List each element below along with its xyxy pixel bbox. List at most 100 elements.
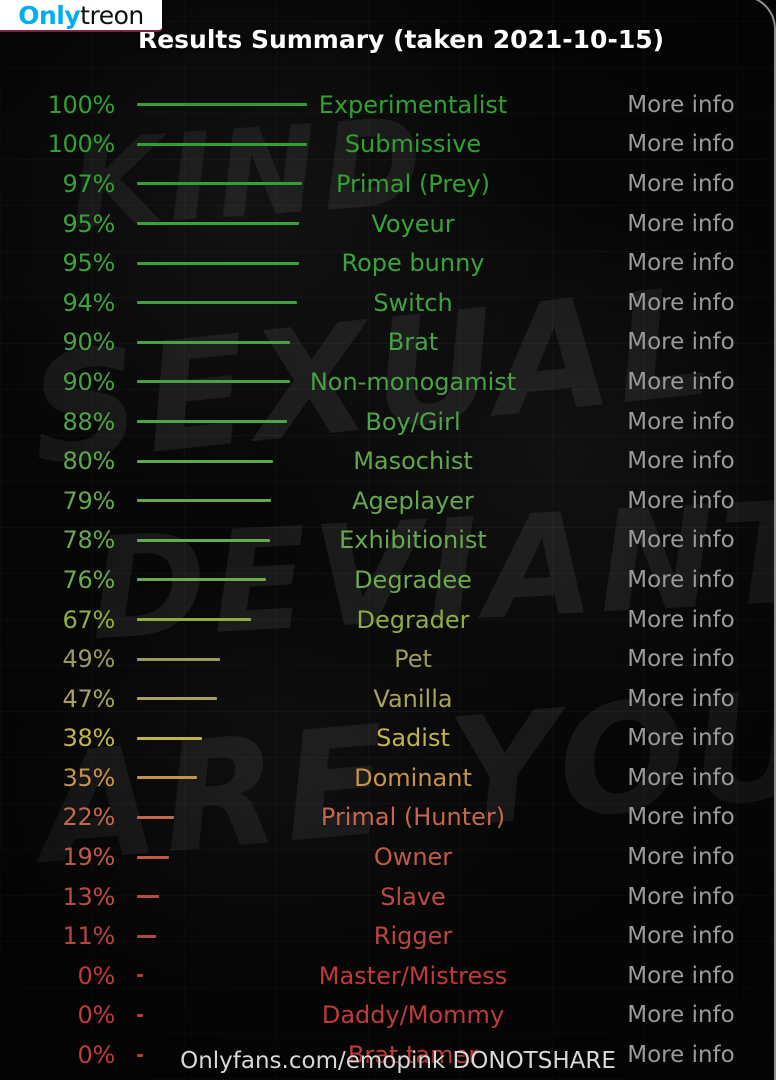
result-label: Degrader — [356, 605, 470, 634]
result-percentage: 0% — [77, 961, 116, 990]
result-row: 79% Ageplayer More info — [0, 481, 776, 521]
more-info-link[interactable]: More info — [586, 804, 776, 830]
result-row: 95% Voyeur More info — [0, 204, 776, 244]
result-label: Non-monogamist — [309, 367, 517, 396]
result-percentage: 95% — [62, 249, 116, 278]
more-info-link[interactable]: More info — [586, 765, 776, 791]
result-row: 90% Brat More info — [0, 323, 776, 363]
result-label: Daddy/Mommy — [321, 1001, 505, 1030]
more-info-link[interactable]: More info — [586, 607, 776, 633]
result-percentage: 11% — [62, 922, 116, 951]
result-percentage: 22% — [62, 803, 116, 832]
more-info-link[interactable]: More info — [586, 329, 776, 355]
result-percentage: 90% — [62, 367, 116, 396]
result-bar — [137, 855, 170, 859]
more-info-link[interactable]: More info — [586, 567, 776, 593]
onlytreon-watermark-logo: Only treon — [0, 0, 162, 32]
more-info-link[interactable]: More info — [586, 527, 776, 553]
result-label: Primal (Prey) — [335, 169, 491, 198]
result-percentage: 95% — [62, 209, 116, 238]
result-label: Boy/Girl — [365, 407, 461, 436]
result-label: Vanilla — [373, 684, 453, 713]
more-info-link[interactable]: More info — [586, 409, 776, 435]
result-row: 67% Degrader More info — [0, 600, 776, 640]
result-row: 76% Degradee More info — [0, 560, 776, 600]
result-row: 97% Primal (Prey) More info — [0, 164, 776, 204]
more-info-link[interactable]: More info — [586, 211, 776, 237]
result-label: Experimentalist — [318, 90, 508, 119]
result-percentage: 100% — [47, 90, 116, 119]
result-percentage: 19% — [62, 843, 116, 872]
result-percentage: 47% — [62, 684, 116, 713]
result-label: Rigger — [373, 922, 453, 951]
logo-text-only: Only — [18, 0, 81, 30]
result-percentage: 90% — [62, 328, 116, 357]
result-bar — [137, 815, 175, 819]
result-bar — [137, 657, 221, 661]
result-row: 19% Owner More info — [0, 837, 776, 877]
result-percentage: 97% — [62, 169, 116, 198]
result-row: 100% Submissive More info — [0, 125, 776, 165]
result-row: 95% Rope bunny More info — [0, 243, 776, 283]
result-row: 0% Master/Mistress More info — [0, 956, 776, 996]
result-label: Masochist — [353, 447, 473, 476]
result-percentage: 49% — [62, 645, 116, 674]
more-info-link[interactable]: More info — [586, 844, 776, 870]
result-percentage: 78% — [62, 526, 116, 555]
result-row: 90% Non-monogamist More info — [0, 362, 776, 402]
more-info-link[interactable]: More info — [586, 646, 776, 672]
more-info-link[interactable]: More info — [586, 488, 776, 514]
result-row: 11% Rigger More info — [0, 916, 776, 956]
more-info-link[interactable]: More info — [586, 725, 776, 751]
more-info-link[interactable]: More info — [586, 884, 776, 910]
result-label: Primal (Hunter) — [320, 803, 506, 832]
more-info-link[interactable]: More info — [586, 963, 776, 989]
more-info-link[interactable]: More info — [586, 1002, 776, 1028]
result-row: 0% Daddy/Mommy More info — [0, 996, 776, 1036]
result-bar — [137, 895, 160, 899]
result-percentage: 67% — [62, 605, 116, 634]
result-bar — [137, 697, 217, 701]
result-row: 94% Switch More info — [0, 283, 776, 323]
logo-text-treon: treon — [80, 0, 144, 30]
result-bar — [137, 1013, 143, 1017]
result-label: Ageplayer — [352, 486, 474, 515]
result-label: Exhibitionist — [339, 526, 487, 555]
result-label: Rope bunny — [341, 249, 485, 278]
result-percentage: 100% — [47, 130, 116, 159]
more-info-link[interactable]: More info — [586, 131, 776, 157]
result-label: Sadist — [376, 724, 450, 753]
more-info-link[interactable]: More info — [586, 290, 776, 316]
more-info-link[interactable]: More info — [586, 250, 776, 276]
result-label: Dominant — [354, 763, 472, 792]
result-percentage: 0% — [77, 1001, 116, 1030]
result-row: 47% Vanilla More info — [0, 679, 776, 719]
more-info-link[interactable]: More info — [586, 686, 776, 712]
result-label: Voyeur — [371, 209, 455, 238]
result-label: Master/Mistress — [318, 961, 508, 990]
result-bar — [137, 736, 202, 740]
result-label: Slave — [380, 882, 446, 911]
phone-screenshot: KIND SEXUAL DEVIANT ARE YOU Only treon Re… — [0, 0, 776, 1080]
result-bar — [137, 934, 156, 938]
more-info-link[interactable]: More info — [586, 448, 776, 474]
result-percentage: 94% — [62, 288, 116, 317]
more-info-link[interactable]: More info — [586, 171, 776, 197]
result-row: 80% Masochist More info — [0, 441, 776, 481]
more-info-link[interactable]: More info — [586, 92, 776, 118]
result-label: Degradee — [354, 565, 472, 594]
more-info-link[interactable]: More info — [586, 923, 776, 949]
result-bar — [137, 974, 143, 978]
result-label: Owner — [373, 843, 453, 872]
more-info-link[interactable]: More info — [586, 369, 776, 395]
result-percentage: 76% — [62, 565, 116, 594]
result-percentage: 88% — [62, 407, 116, 436]
result-percentage: 13% — [62, 882, 116, 911]
result-label: Brat — [387, 328, 439, 357]
results-list: 100% Experimentalist More info 100% Submissi… — [0, 85, 776, 1075]
result-bar — [137, 776, 197, 780]
result-row: 88% Boy/Girl More info — [0, 402, 776, 442]
result-percentage: 80% — [62, 447, 116, 476]
result-row: 78% Exhibitionist More info — [0, 521, 776, 561]
result-percentage: 38% — [62, 724, 116, 753]
